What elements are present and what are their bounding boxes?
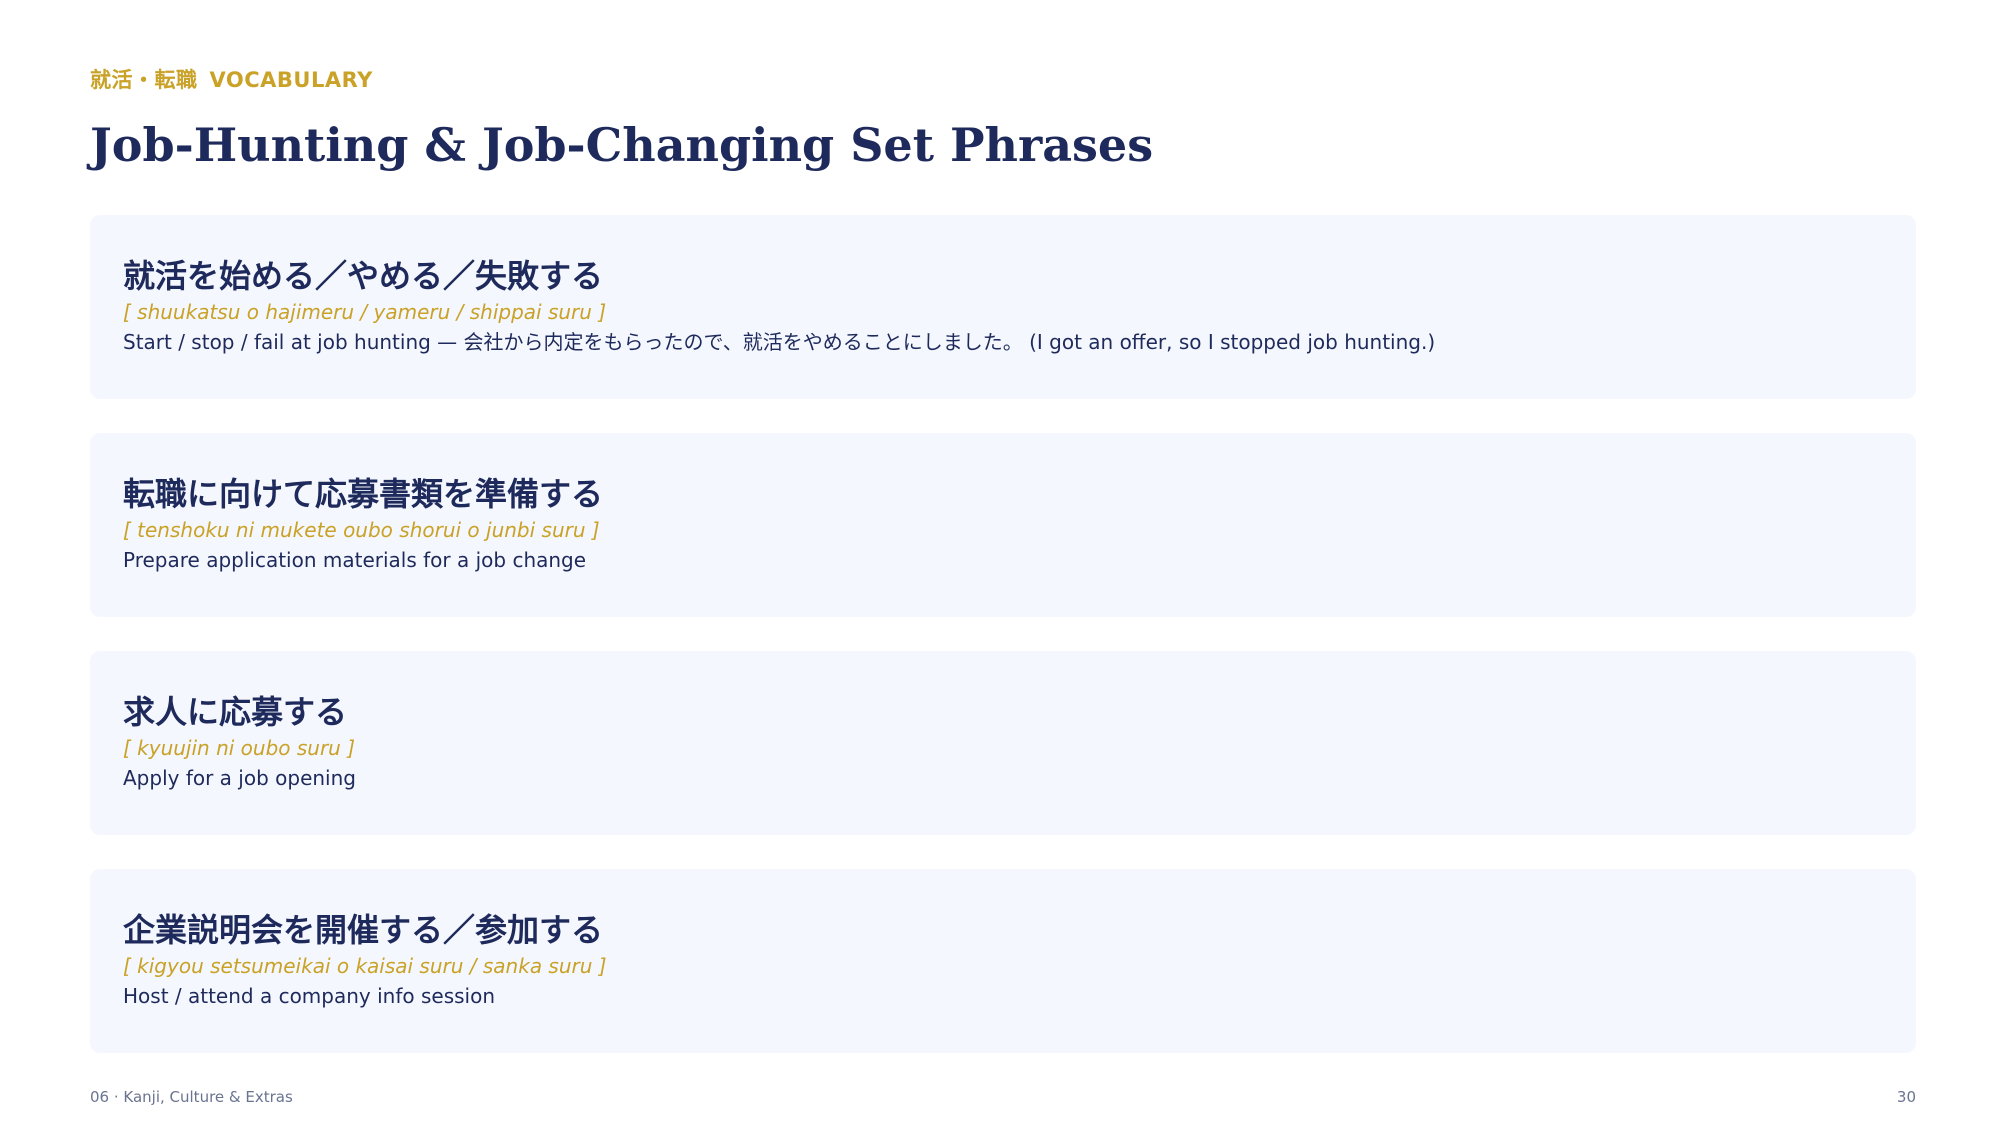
phrase-romaji: [ kyuujin ni oubo suru ] (123, 736, 356, 760)
section-eyebrow: 就活・転職 VOCABULARY (90, 64, 373, 94)
phrase-meaning: Apply for a job opening (123, 766, 356, 790)
phrase-japanese: 求人に応募する (123, 693, 348, 731)
phrase-japanese: 転職に向けて応募書類を準備する (123, 475, 604, 513)
footer-section-label: 06 · Kanji, Culture & Extras (90, 1088, 293, 1106)
phrase-card: 企業説明会を開催する／参加する [ kigyou setsumeikai o k… (90, 869, 1916, 1053)
phrase-japanese: 企業説明会を開催する／参加する (123, 911, 604, 949)
page-title: Job-Hunting & Job-Changing Set Phrases (90, 118, 1154, 172)
eyebrow-japanese: 就活・転職 (90, 68, 198, 92)
phrase-meaning: Prepare application materials for a job … (123, 548, 587, 572)
phrase-romaji: [ kigyou setsumeikai o kaisai suru / san… (123, 954, 607, 978)
phrase-meaning: Host / attend a company info session (123, 984, 496, 1008)
phrase-card: 就活を始める／やめる／失敗する [ shuukatsu o hajimeru /… (90, 215, 1916, 399)
page-number: 30 (1896, 1088, 1916, 1106)
phrase-romaji: [ shuukatsu o hajimeru / yameru / shippa… (123, 300, 607, 324)
phrase-meaning: Start / stop / fail at job hunting — 会社か… (123, 330, 1436, 354)
eyebrow-english: VOCABULARY (209, 68, 373, 92)
phrase-japanese: 就活を始める／やめる／失敗する (123, 257, 604, 295)
phrase-card: 求人に応募する [ kyuujin ni oubo suru ] Apply f… (90, 651, 1916, 835)
phrase-list: 就活を始める／やめる／失敗する [ shuukatsu o hajimeru /… (90, 215, 1916, 1087)
phrase-card: 転職に向けて応募書類を準備する [ tenshoku ni mukete oub… (90, 433, 1916, 617)
phrase-romaji: [ tenshoku ni mukete oubo shorui o junbi… (123, 518, 600, 542)
